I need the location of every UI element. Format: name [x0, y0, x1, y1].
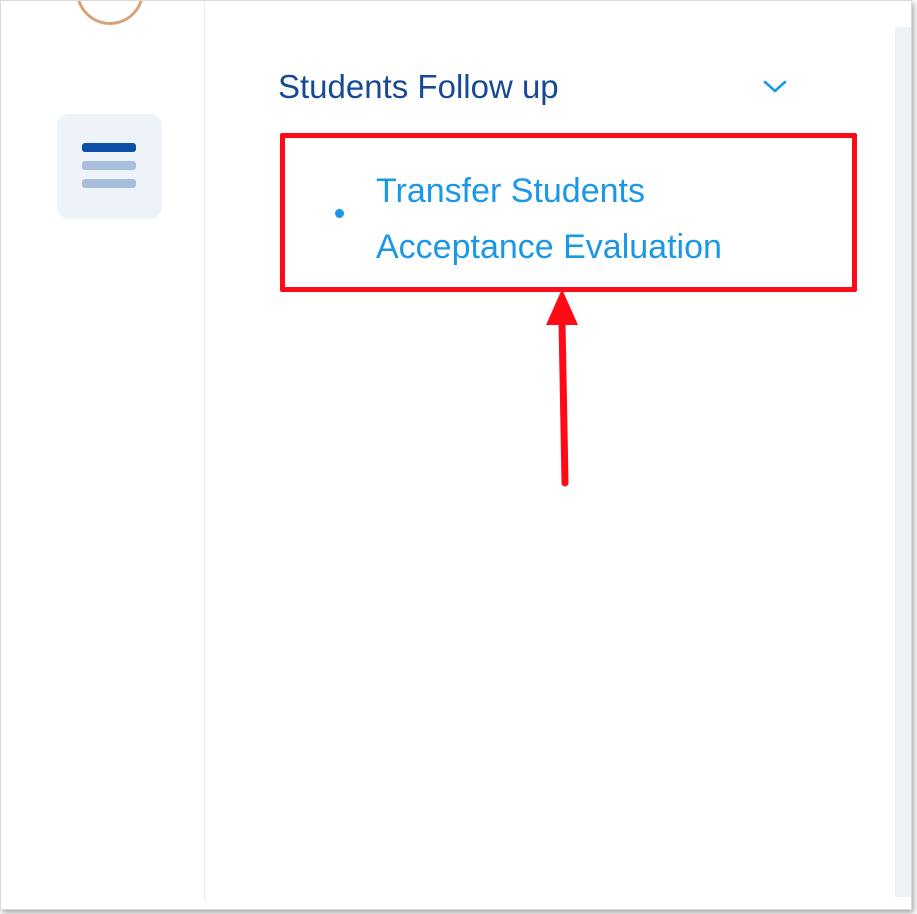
hamburger-menu-icon — [82, 143, 136, 152]
submenu-item-label[interactable]: Transfer Students Acceptance Evaluation — [376, 163, 796, 275]
section-title: Students Follow up — [278, 68, 559, 105]
left-sidebar-rail — [1, 1, 205, 901]
hamburger-bar — [82, 179, 136, 188]
app-window: Students Follow up Transfer Students Acc… — [0, 0, 912, 910]
hamburger-bar — [82, 161, 136, 170]
arrow-up-icon — [546, 289, 578, 487]
bullet-dot-icon — [335, 209, 344, 218]
menu-section-students-follow-up[interactable]: Students Follow up — [278, 61, 798, 115]
chevron-down-icon[interactable] — [762, 75, 788, 97]
scrollbar-track[interactable] — [895, 27, 911, 897]
menu-toggle-button[interactable] — [57, 114, 162, 219]
submenu-item-transfer-students-acceptance-evaluation[interactable]: Transfer Students Acceptance Evaluation — [331, 161, 801, 271]
user-avatar-icon[interactable] — [76, 1, 144, 25]
